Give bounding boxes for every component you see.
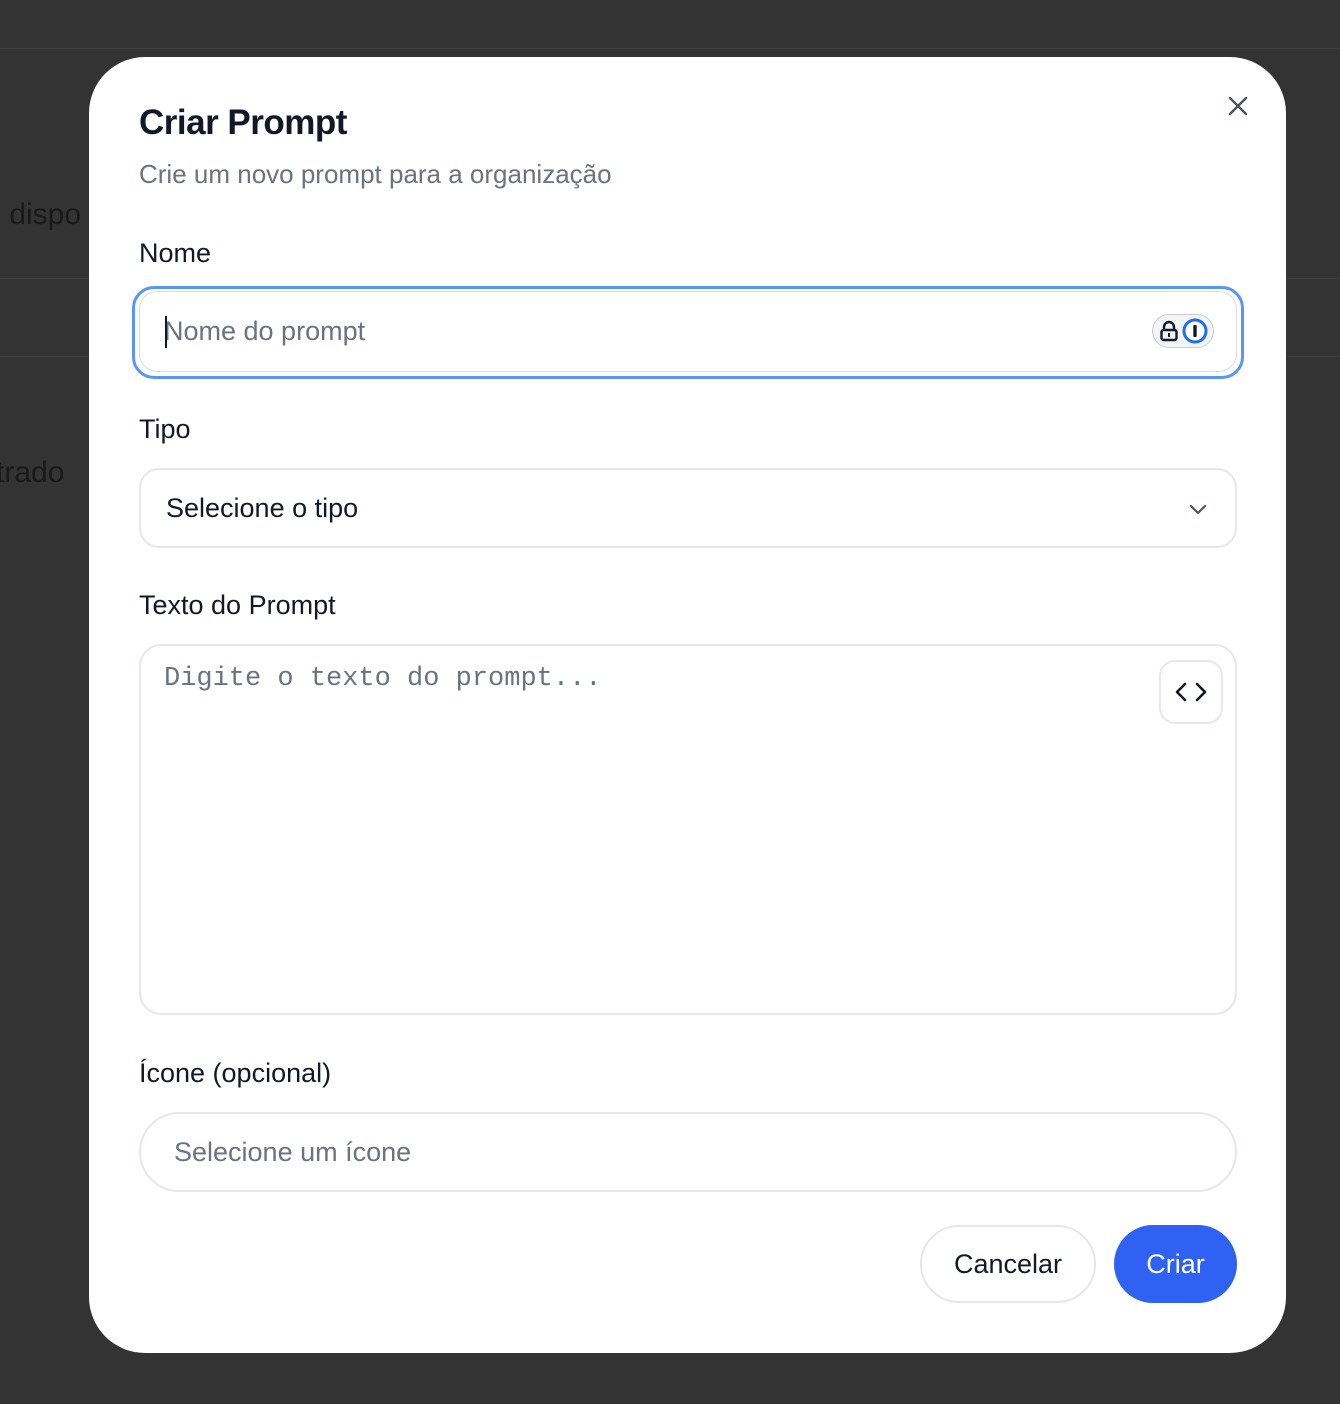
type-label: Tipo bbox=[139, 414, 191, 444]
type-select[interactable]: Selecione o tipo bbox=[139, 468, 1237, 548]
background-text: s dispo bbox=[0, 198, 82, 231]
cancel-button[interactable]: Cancelar bbox=[920, 1225, 1096, 1303]
chevron-down-icon bbox=[1189, 504, 1207, 515]
dialog-subtitle: Crie um novo prompt para a organização bbox=[139, 159, 612, 189]
prompt-text-area[interactable] bbox=[164, 664, 1124, 994]
create-button[interactable]: Criar bbox=[1114, 1225, 1237, 1303]
code-icon bbox=[1175, 682, 1207, 702]
icon-label: Ícone (opcional) bbox=[139, 1058, 332, 1088]
name-label: Nome bbox=[139, 238, 212, 268]
text-caret bbox=[165, 316, 167, 348]
background-divider bbox=[0, 48, 1340, 49]
prompt-text-container bbox=[139, 644, 1237, 1015]
create-prompt-dialog: Criar Prompt Crie um novo prompt para a … bbox=[89, 57, 1286, 1353]
close-icon bbox=[1228, 96, 1248, 116]
lock-icon bbox=[1159, 320, 1178, 342]
code-toggle-button[interactable] bbox=[1159, 660, 1223, 724]
dialog-title: Criar Prompt bbox=[139, 103, 347, 142]
password-manager-icon bbox=[1182, 318, 1207, 344]
close-button[interactable] bbox=[1223, 91, 1253, 121]
password-manager-button[interactable] bbox=[1152, 314, 1214, 348]
name-field-container bbox=[139, 291, 1237, 372]
icon-select-value: Selecione um ícone bbox=[174, 1137, 412, 1167]
name-input[interactable] bbox=[164, 292, 1124, 371]
type-select-value: Selecione o tipo bbox=[166, 493, 359, 523]
prompt-text-label: Texto do Prompt bbox=[139, 590, 336, 620]
background-text: trado bbox=[0, 456, 65, 489]
icon-select[interactable]: Selecione um ícone bbox=[139, 1112, 1237, 1192]
